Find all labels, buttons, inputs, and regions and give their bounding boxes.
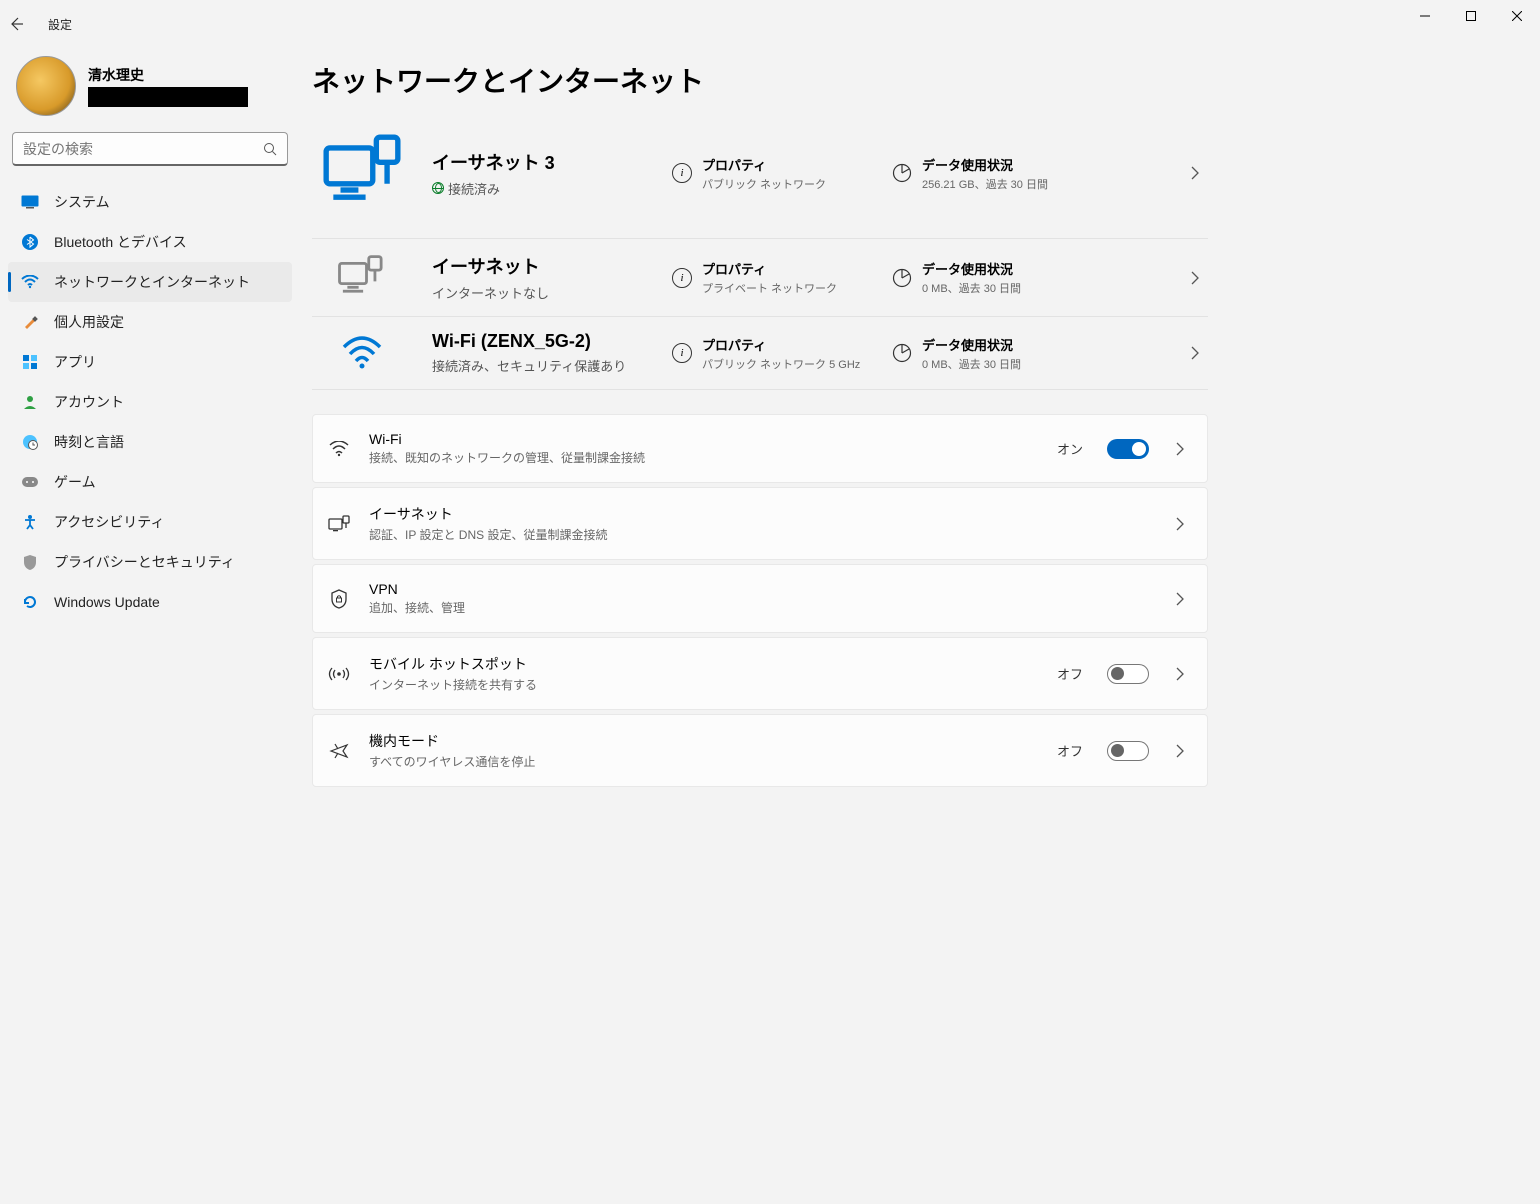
info-icon: i: [672, 268, 692, 288]
nav-personalization[interactable]: 個人用設定: [8, 302, 292, 342]
user-profile[interactable]: 清水理史: [8, 48, 292, 132]
setting-vpn[interactable]: VPN追加、接続、管理: [312, 564, 1208, 633]
connection-title: Wi-Fi (ZENX_5G-2): [432, 331, 652, 352]
nav-list: システム Bluetooth とデバイス ネットワークとインターネット 個人用設…: [8, 182, 292, 622]
nav-accounts[interactable]: アカウント: [8, 382, 292, 422]
nav-windows-update[interactable]: Windows Update: [8, 582, 292, 622]
airplane-toggle[interactable]: [1107, 741, 1149, 761]
data-usage-link[interactable]: データ使用状況256.21 GB、過去 30 日間: [892, 155, 1162, 192]
nav-time-language[interactable]: 時刻と言語: [8, 422, 292, 462]
brush-icon: [20, 312, 40, 332]
shield-icon: [20, 552, 40, 572]
window-title: 設定: [48, 16, 72, 33]
hotspot-toggle[interactable]: [1107, 664, 1149, 684]
system-icon: [20, 192, 40, 212]
ethernet-small-icon: [327, 515, 351, 533]
properties-link[interactable]: i プロパティパブリック ネットワーク: [672, 155, 872, 192]
data-usage-link[interactable]: データ使用状況0 MB、過去 30 日間: [892, 259, 1162, 296]
chevron-right-icon: [1167, 442, 1193, 456]
vpn-shield-icon: [327, 589, 351, 609]
update-icon: [20, 592, 40, 612]
hotspot-icon: [327, 665, 351, 683]
ethernet-offline-icon: [312, 254, 412, 302]
nav-network[interactable]: ネットワークとインターネット: [8, 262, 292, 302]
setting-airplane[interactable]: 機内モードすべてのワイヤレス通信を停止 オフ: [312, 714, 1208, 787]
nav-bluetooth[interactable]: Bluetooth とデバイス: [8, 222, 292, 262]
info-icon: i: [672, 343, 692, 363]
connection-wifi[interactable]: Wi-Fi (ZENX_5G-2) 接続済み、セキュリティ保護あり i プロパテ…: [312, 317, 1208, 390]
chevron-right-icon: [1182, 271, 1208, 285]
bluetooth-icon: [20, 232, 40, 252]
airplane-icon: [327, 741, 351, 761]
ethernet-icon: [312, 130, 412, 216]
chart-icon: [892, 163, 912, 183]
properties-link[interactable]: i プロパティプライベート ネットワーク: [672, 259, 872, 296]
chevron-right-icon: [1167, 517, 1193, 531]
chart-icon: [892, 268, 912, 288]
connection-ethernet3[interactable]: イーサネット 3 接続済み i プロパティパブリック ネットワーク データ使用状…: [312, 120, 1208, 239]
chart-icon: [892, 343, 912, 363]
nav-accessibility[interactable]: アクセシビリティ: [8, 502, 292, 542]
nav-system[interactable]: システム: [8, 182, 292, 222]
toggle-state-label: オフ: [1057, 664, 1083, 683]
setting-wifi[interactable]: Wi-Fi接続、既知のネットワークの管理、従量制課金接続 オン: [312, 414, 1208, 483]
chevron-right-icon: [1167, 744, 1193, 758]
search-icon: [263, 142, 277, 156]
apps-icon: [20, 352, 40, 372]
toggle-state-label: オフ: [1057, 741, 1083, 760]
setting-ethernet[interactable]: イーサネット認証、IP 設定と DNS 設定、従量制課金接続: [312, 487, 1208, 560]
minimize-button[interactable]: [1402, 0, 1448, 32]
search-input[interactable]: [23, 141, 263, 157]
chevron-right-icon: [1167, 667, 1193, 681]
info-icon: i: [672, 163, 692, 183]
connection-title: イーサネット: [432, 253, 652, 279]
nav-privacy[interactable]: プライバシーとセキュリティ: [8, 542, 292, 582]
connection-status: インターネットなし: [432, 283, 652, 302]
main-content: ネットワークとインターネット イーサネット 3 接続済み i プロパティパブリッ…: [300, 48, 1232, 963]
search-box[interactable]: [12, 132, 288, 166]
sidebar: 清水理史 システム Bluetooth とデバイス ネットワークとインターネット…: [0, 48, 300, 963]
data-usage-link[interactable]: データ使用状況0 MB、過去 30 日間: [892, 335, 1162, 372]
connection-status: 接続済み: [448, 179, 500, 198]
globe-clock-icon: [20, 432, 40, 452]
titlebar: 設定: [0, 0, 1232, 48]
chevron-right-icon: [1182, 346, 1208, 360]
avatar: [16, 56, 76, 116]
maximize-button[interactable]: [1448, 0, 1494, 32]
chevron-right-icon: [1167, 592, 1193, 606]
page-title: ネットワークとインターネット: [312, 60, 1208, 100]
nav-apps[interactable]: アプリ: [8, 342, 292, 382]
gamepad-icon: [20, 472, 40, 492]
globe-icon: [432, 182, 444, 194]
connection-ethernet[interactable]: イーサネット インターネットなし i プロパティプライベート ネットワーク デー…: [312, 239, 1208, 317]
back-button[interactable]: [8, 16, 40, 32]
account-icon: [20, 392, 40, 412]
close-button[interactable]: [1494, 0, 1540, 32]
toggle-state-label: オン: [1057, 439, 1083, 458]
connection-title: イーサネット 3: [432, 149, 652, 175]
wifi-icon: [327, 441, 351, 457]
properties-link[interactable]: i プロパティパブリック ネットワーク 5 GHz: [672, 335, 872, 372]
setting-hotspot[interactable]: モバイル ホットスポットインターネット接続を共有する オフ: [312, 637, 1208, 710]
wifi-toggle[interactable]: [1107, 439, 1149, 459]
wifi-icon: [20, 272, 40, 292]
accessibility-icon: [20, 512, 40, 532]
nav-gaming[interactable]: ゲーム: [8, 462, 292, 502]
connection-status: 接続済み、セキュリティ保護あり: [432, 356, 652, 375]
wifi-connected-icon: [312, 333, 412, 373]
user-name: 清水理史: [88, 65, 248, 85]
user-email-redacted: [88, 87, 248, 107]
chevron-right-icon: [1182, 166, 1208, 180]
